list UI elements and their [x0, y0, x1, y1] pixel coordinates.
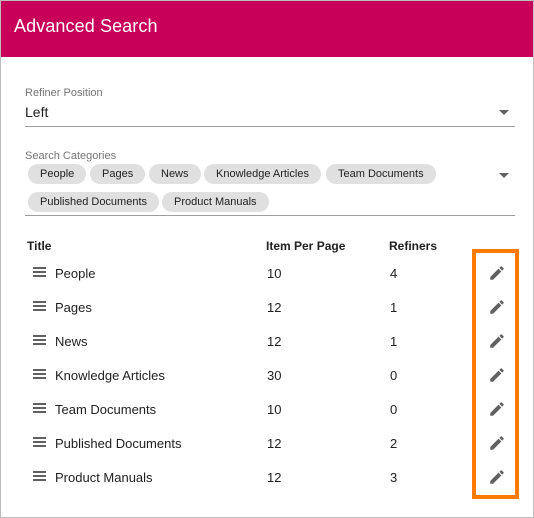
- row-title: Knowledge Articles: [55, 368, 165, 383]
- column-header-title: Title: [27, 239, 52, 253]
- table-row: Product Manuals 12 3: [25, 461, 515, 495]
- table-row: Knowledge Articles 30 0: [25, 359, 515, 393]
- row-items-per-page: 12: [267, 436, 282, 451]
- category-chip[interactable]: Team Documents: [326, 164, 436, 184]
- drag-handle-icon[interactable]: [33, 335, 46, 346]
- table-row: People 10 4: [25, 257, 515, 291]
- edit-column-highlight: [472, 249, 519, 499]
- drag-handle-icon[interactable]: [33, 403, 46, 414]
- row-refiners: 1: [390, 334, 398, 349]
- row-refiners: 0: [390, 402, 398, 417]
- row-refiners: 4: [390, 266, 398, 281]
- row-title: Team Documents: [55, 402, 157, 417]
- drag-handle-icon[interactable]: [33, 267, 46, 278]
- category-chip[interactable]: Knowledge Articles: [204, 164, 321, 184]
- category-chip[interactable]: Pages: [90, 164, 146, 184]
- drag-handle-icon[interactable]: [33, 369, 46, 380]
- table-row: Pages 12 1: [25, 291, 515, 325]
- refiner-position-underline: [25, 126, 515, 127]
- row-refiners: 1: [390, 300, 398, 315]
- row-items-per-page: 12: [267, 470, 282, 485]
- drag-handle-icon[interactable]: [33, 471, 46, 482]
- row-items-per-page: 10: [267, 266, 282, 281]
- category-chip[interactable]: News: [149, 164, 201, 184]
- dropdown-caret-icon[interactable]: [499, 173, 509, 178]
- dropdown-caret-icon[interactable]: [499, 110, 509, 115]
- table-row: Team Documents 10 0: [25, 393, 515, 427]
- row-items-per-page: 30: [267, 368, 282, 383]
- search-categories-label: Search Categories: [25, 150, 117, 162]
- refiner-position-label: Refiner Position: [25, 87, 103, 99]
- row-refiners: 3: [390, 470, 398, 485]
- category-chip[interactable]: Product Manuals: [162, 192, 269, 212]
- table-row: News 12 1: [25, 325, 515, 359]
- category-chip[interactable]: People: [28, 164, 87, 184]
- row-items-per-page: 10: [267, 402, 282, 417]
- row-title: News: [55, 334, 88, 349]
- row-title: Product Manuals: [55, 470, 153, 485]
- row-title: Published Documents: [55, 436, 182, 451]
- row-items-per-page: 12: [267, 334, 282, 349]
- column-header-items-per-page: Item Per Page: [266, 239, 346, 253]
- advanced-search-panel: Advanced Search Refiner Position Left Se…: [0, 0, 534, 518]
- column-header-refiners: Refiners: [389, 239, 438, 253]
- drag-handle-icon[interactable]: [33, 437, 46, 448]
- row-title: Pages: [55, 300, 92, 315]
- row-items-per-page: 12: [267, 300, 282, 315]
- table-row: Published Documents 12 2: [25, 427, 515, 461]
- drag-handle-icon[interactable]: [33, 301, 46, 312]
- refiner-position-select[interactable]: Left: [25, 104, 48, 120]
- row-refiners: 2: [390, 436, 398, 451]
- panel-header: Advanced Search: [1, 1, 533, 57]
- row-refiners: 0: [390, 368, 398, 383]
- category-chip[interactable]: Published Documents: [28, 192, 160, 212]
- search-categories-underline: [25, 215, 515, 216]
- panel-title: Advanced Search: [14, 16, 158, 36]
- row-title: People: [55, 266, 96, 281]
